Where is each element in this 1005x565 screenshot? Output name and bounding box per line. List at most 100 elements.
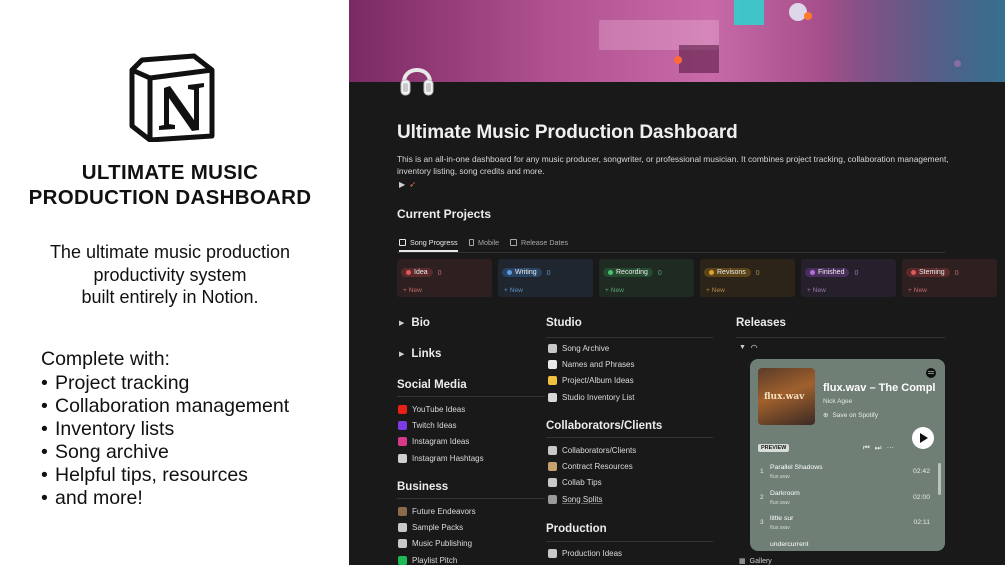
play-button[interactable] (912, 427, 934, 449)
headphones-icon[interactable] (399, 58, 435, 98)
toggle-releases[interactable]: ▼ ◠ (739, 343, 757, 352)
toggle-links[interactable]: ▶ Links (399, 348, 441, 360)
tab-release-dates[interactable]: Release Dates (510, 238, 568, 247)
toggle-bio[interactable]: ▶ Bio (399, 317, 430, 329)
page-link-studio-inventory-list[interactable]: Studio Inventory List (548, 392, 634, 402)
gallery-view-label[interactable]: ▦ Gallery (739, 557, 772, 565)
twitch-icon (398, 421, 407, 431)
contacts-icon (548, 446, 557, 455)
toggle-label: Bio (411, 317, 430, 329)
column-count: 0 (954, 270, 959, 277)
save-on-spotify-button[interactable]: ⊕ Save on Spotify (823, 411, 878, 420)
new-card-button[interactable]: + New (704, 287, 791, 294)
page-link-instagram-hashtags[interactable]: Instagram Hashtags (398, 453, 484, 463)
page-link-project-album-ideas[interactable]: Project/Album Ideas (548, 376, 634, 386)
track-artist: flux.wav (770, 474, 790, 480)
page-link-song-archive[interactable]: Song Archive (548, 344, 609, 353)
next-icon[interactable]: ⏭ (875, 443, 887, 452)
page-link-label: Future Endeavors (412, 507, 476, 516)
cover-decor (679, 45, 719, 73)
status-dot-icon (810, 270, 815, 275)
notepad-icon (548, 360, 557, 370)
new-card-button[interactable]: + New (805, 287, 892, 294)
page-link-collaborators-clients[interactable]: Collaborators/Clients (548, 446, 636, 455)
board-column-idea[interactable]: Idea 0 + New (397, 259, 492, 297)
track-row[interactable]: 1 Parallel Shadows flux.wav 02:42 (750, 461, 936, 485)
more-icon[interactable]: ⋯ (887, 443, 900, 452)
page-link-song-splits[interactable]: Song Splits (548, 494, 603, 504)
section-heading-business: Business (397, 481, 449, 493)
page-description[interactable]: This is an all-in-one dashboard for any … (397, 153, 967, 177)
new-card-button[interactable]: + New (502, 287, 589, 294)
page-link-music-publishing[interactable]: Music Publishing (398, 539, 473, 549)
page-link-sample-packs[interactable]: Sample Packs (398, 523, 464, 533)
promo-list-item: Helpful tips, resources (41, 464, 289, 487)
album-title[interactable]: flux.wav – The Compl (823, 382, 945, 394)
status-label: Finished (818, 269, 845, 276)
board-column-finished[interactable]: Finished 0 + New (801, 259, 896, 297)
page-link-instagram-ideas[interactable]: Instagram Ideas (398, 437, 469, 447)
board-column-recording[interactable]: Recording 0 + New (599, 259, 694, 297)
cover-image[interactable] (349, 0, 1005, 82)
music-notes-icon (548, 478, 557, 488)
notion-page: Ultimate Music Production Dashboard This… (349, 0, 1005, 565)
tab-label: Song Progress (410, 238, 458, 247)
board-column-revisons[interactable]: Revisons 0 + New (700, 259, 795, 297)
contract-icon (548, 462, 557, 472)
track-artist: flux.wav (770, 525, 790, 531)
promo-title: ULTIMATE MUSIC PRODUCTION DASHBOARD (0, 160, 340, 210)
floppy-icon (398, 523, 407, 533)
album-artist[interactable]: Nick Agee (823, 398, 852, 405)
spotify-logo-icon[interactable] (926, 368, 936, 378)
track-row[interactable]: 2 Darkroom flux.wav 02:00 (750, 487, 936, 511)
briefcase-icon (398, 507, 407, 516)
new-card-button[interactable]: + New (906, 287, 993, 294)
page-link-production-ideas[interactable]: Production Ideas (548, 549, 622, 558)
page-link-label: Project/Album Ideas (562, 376, 634, 386)
board-column-writing[interactable]: Writing 0 + New (498, 259, 593, 297)
status-label: Writing (515, 269, 537, 276)
page-link-twitch-ideas[interactable]: Twitch Ideas (398, 421, 456, 431)
previous-icon[interactable]: ⏮ (863, 443, 875, 452)
track-row[interactable]: undercurrent (750, 538, 936, 552)
promo-list-heading: Complete with: (41, 348, 170, 370)
pen-icon (548, 494, 557, 504)
page-link-youtube-ideas[interactable]: YouTube Ideas (398, 405, 465, 414)
page-link-label: Names and Phrases (562, 360, 635, 370)
spotify-icon (398, 555, 407, 565)
page-link-label: Music Publishing (412, 539, 473, 549)
notion-logo-icon (129, 53, 215, 142)
board-column-steming[interactable]: Steming 0 + New (902, 259, 997, 297)
status-badge: Idea (401, 268, 433, 277)
status-badge: Finished (805, 268, 850, 277)
track-name: Parallel Shadows (770, 464, 823, 471)
page-link-collab-tips[interactable]: Collab Tips (548, 478, 602, 488)
scrollbar[interactable] (938, 463, 941, 495)
promo-list-item: Song archive (41, 441, 289, 464)
status-dot-icon (406, 270, 411, 275)
hashtag-icon (398, 453, 407, 463)
status-label: Revisons (717, 269, 746, 276)
view-tabs: Song Progress Mobile Release Dates (397, 236, 945, 253)
new-card-button[interactable]: + New (603, 287, 690, 294)
cover-decor (819, 0, 1005, 82)
page-link-contract-resources[interactable]: Contract Resources (548, 462, 633, 472)
rocket-toggle[interactable]: ▶ ➶ (399, 180, 416, 189)
column-count: 0 (437, 270, 442, 277)
tab-mobile[interactable]: Mobile (469, 238, 499, 247)
status-dot-icon (911, 270, 916, 275)
new-card-button[interactable]: + New (401, 287, 488, 294)
status-badge: Recording (603, 268, 653, 277)
status-label: Idea (414, 269, 428, 276)
page-link-future-endeavors[interactable]: Future Endeavors (398, 507, 476, 516)
page-link-label: Sample Packs (412, 523, 464, 533)
page-link-playlist-pitch[interactable]: Playlist Pitch (398, 555, 457, 565)
page-link-label: Song Splits (562, 494, 603, 504)
page-title[interactable]: Ultimate Music Production Dashboard (397, 122, 738, 144)
tab-song-progress[interactable]: Song Progress (399, 238, 458, 252)
page-link-names-and-phrases[interactable]: Names and Phrases (548, 360, 635, 370)
gallery-label: Gallery (749, 557, 772, 565)
tab-label: Release Dates (521, 238, 569, 247)
track-row[interactable]: 3 little sur flux.wav 02:11 (750, 512, 936, 536)
spotify-embed[interactable]: flux.wav flux.wav – The Compl Nick Agee … (750, 359, 945, 551)
